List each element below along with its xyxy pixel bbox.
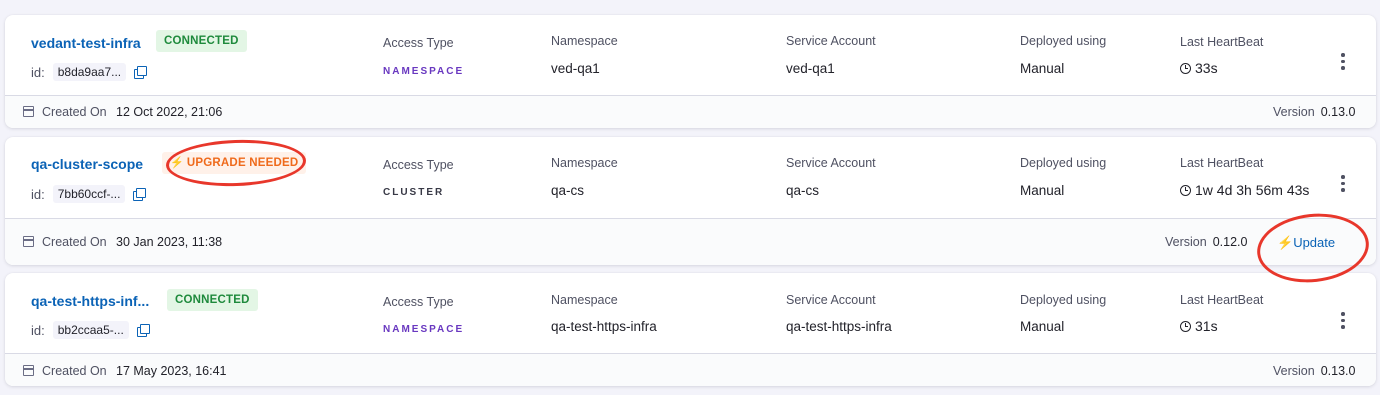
infra-id: bb2ccaa5-... — [52, 321, 129, 339]
infra-card: vedant-test-infra CONNECTED id: b8da9aa7… — [5, 15, 1376, 128]
heartbeat-text: 31s — [1195, 318, 1218, 334]
infra-card-footer: Created On 17 May 2023, 16:41 Version 0.1… — [5, 353, 1376, 386]
deployed-using-value: Manual — [1020, 61, 1065, 76]
created-on-value: 17 May 2023, 16:41 — [116, 364, 227, 378]
infra-card-footer: Created On 30 Jan 2023, 11:38 Version 0.1… — [5, 218, 1376, 265]
id-label: id: — [31, 186, 45, 202]
more-options-icon[interactable] — [1341, 175, 1345, 195]
infra-id-row: id: 7bb60ccf-... — [31, 185, 147, 203]
infra-card-main: qa-cluster-scope ⚡ UPGRADE NEEDED id: 7bb… — [5, 137, 1376, 218]
created-on-label: Created On — [42, 105, 107, 119]
update-label: Update — [1293, 235, 1336, 250]
copy-icon[interactable] — [136, 323, 150, 337]
last-heartbeat-value: 33s — [1180, 60, 1218, 76]
last-heartbeat-label: Last HeartBeat — [1180, 293, 1264, 307]
heartbeat-text: 1w 4d 3h 56m 43s — [1195, 182, 1310, 198]
lightning-icon: ⚡ — [170, 157, 184, 169]
clock-icon — [1180, 184, 1191, 196]
version-value: 0.13.0 — [1320, 105, 1356, 119]
heartbeat-text: 33s — [1195, 60, 1218, 76]
version-value: 0.13.0 — [1320, 364, 1356, 378]
namespace-label: Namespace — [551, 156, 618, 170]
more-options-icon[interactable] — [1341, 312, 1345, 332]
service-account-label: Service Account — [786, 293, 876, 307]
infra-card-main: vedant-test-infra CONNECTED id: b8da9aa7… — [5, 15, 1376, 95]
namespace-label: Namespace — [551, 34, 618, 48]
calendar-icon — [23, 106, 34, 117]
status-badge: CONNECTED — [156, 30, 247, 52]
service-account-label: Service Account — [786, 156, 876, 170]
deployed-using-value: Manual — [1020, 183, 1065, 198]
created-on-label: Created On — [42, 364, 107, 378]
id-label: id: — [31, 64, 45, 80]
access-type-label: Access Type — [383, 295, 454, 309]
version-label: Version — [1165, 235, 1207, 249]
status-badge: ⚡ UPGRADE NEEDED — [162, 152, 307, 174]
infra-name-link[interactable]: qa-test-https-inf... — [31, 293, 149, 309]
infra-card: qa-test-https-inf... CONNECTED id: bb2cc… — [5, 273, 1376, 386]
infra-id: b8da9aa7... — [52, 63, 127, 81]
created-on-value: 30 Jan 2023, 11:38 — [116, 235, 223, 249]
namespace-value: ved-qa1 — [551, 61, 600, 76]
clock-icon — [1180, 62, 1191, 74]
clock-icon — [1180, 320, 1191, 332]
infra-id-row: id: bb2ccaa5-... — [31, 321, 150, 339]
last-heartbeat-label: Last HeartBeat — [1180, 156, 1264, 170]
version-label: Version — [1273, 105, 1315, 119]
created-on-value: 12 Oct 2022, 21:06 — [116, 105, 223, 119]
copy-icon[interactable] — [133, 187, 147, 201]
last-heartbeat-label: Last HeartBeat — [1180, 35, 1264, 49]
calendar-icon — [23, 236, 34, 247]
version-label: Version — [1273, 364, 1315, 378]
deployed-using-value: Manual — [1020, 319, 1065, 334]
namespace-value: qa-test-https-infra — [551, 319, 657, 334]
service-account-value: ved-qa1 — [786, 61, 835, 76]
infra-name-link[interactable]: vedant-test-infra — [31, 35, 141, 51]
access-type-value: NAMESPACE — [383, 66, 465, 77]
deployed-using-label: Deployed using — [1020, 34, 1107, 48]
access-type-value: CLUSTER — [383, 187, 445, 198]
deployed-using-label: Deployed using — [1020, 156, 1107, 170]
copy-icon[interactable] — [134, 65, 148, 79]
namespace-value: qa-cs — [551, 183, 585, 198]
version-value: 0.12.0 — [1212, 235, 1248, 249]
version-info: Version 0.13.0 — [1273, 364, 1355, 378]
update-button[interactable]: ⚡Update — [1277, 235, 1335, 251]
infra-name-link[interactable]: qa-cluster-scope — [31, 156, 143, 172]
infra-id: 7bb60ccf-... — [52, 185, 126, 203]
status-badge-text: UPGRADE NEEDED — [186, 157, 299, 169]
access-type-value: NAMESPACE — [383, 324, 465, 335]
service-account-value: qa-test-https-infra — [786, 319, 892, 334]
more-options-icon[interactable] — [1341, 53, 1345, 73]
access-type-label: Access Type — [383, 158, 454, 172]
calendar-icon — [23, 365, 34, 376]
service-account-value: qa-cs — [786, 183, 820, 198]
service-account-label: Service Account — [786, 34, 876, 48]
infra-id-row: id: b8da9aa7... — [31, 63, 148, 81]
infra-card-main: qa-test-https-inf... CONNECTED id: bb2cc… — [5, 273, 1376, 353]
created-on-label: Created On — [42, 235, 107, 249]
last-heartbeat-value: 31s — [1180, 318, 1218, 334]
version-info: Version 0.12.0 — [1165, 235, 1247, 249]
infra-card-footer: Created On 12 Oct 2022, 21:06 Version 0.1… — [5, 95, 1376, 128]
namespace-label: Namespace — [551, 293, 618, 307]
version-info: Version 0.13.0 — [1273, 105, 1355, 119]
lightning-icon: ⚡ — [1277, 235, 1294, 250]
deployed-using-label: Deployed using — [1020, 293, 1107, 307]
status-badge: CONNECTED — [167, 289, 258, 311]
infra-card: qa-cluster-scope ⚡ UPGRADE NEEDED id: 7bb… — [5, 137, 1376, 265]
id-label: id: — [31, 322, 45, 338]
access-type-label: Access Type — [383, 36, 454, 50]
last-heartbeat-value: 1w 4d 3h 56m 43s — [1180, 182, 1309, 198]
